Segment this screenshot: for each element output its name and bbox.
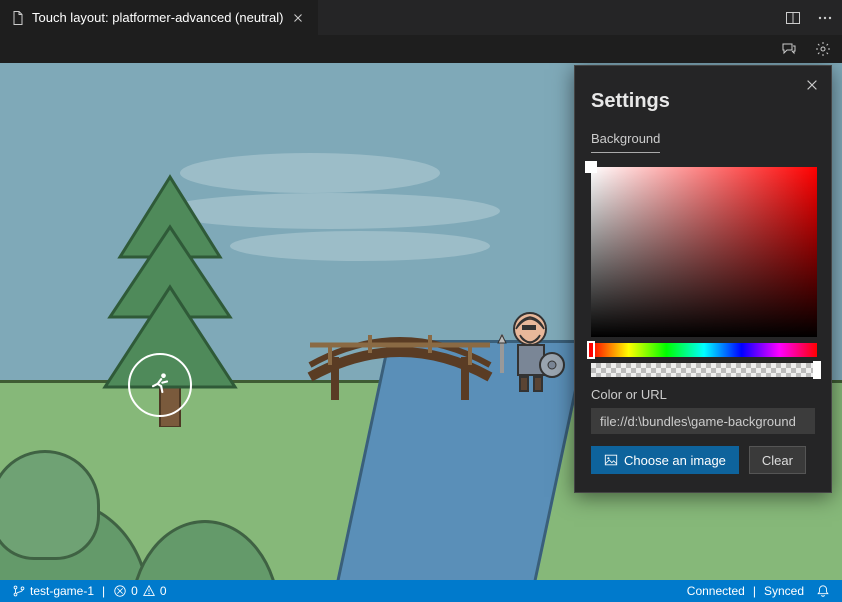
- close-icon[interactable]: [801, 74, 823, 96]
- warning-icon: [142, 584, 156, 598]
- connected-status[interactable]: Connected: [681, 580, 751, 602]
- warrior-character: [490, 301, 570, 396]
- sv-cursor[interactable]: [585, 161, 597, 173]
- editor-canvas: Settings Background Color or URL Choose …: [0, 63, 842, 580]
- bridge: [300, 305, 500, 405]
- tab-bar: Touch layout: platformer-advanced (neutr…: [0, 0, 842, 35]
- hue-slider[interactable]: [591, 343, 817, 357]
- settings-title: Settings: [591, 90, 815, 113]
- branch-icon: [12, 584, 26, 598]
- editor-toolbar: [0, 35, 842, 63]
- alpha-cursor[interactable]: [813, 361, 821, 379]
- clear-label: Clear: [762, 453, 793, 468]
- joystick-overlay[interactable]: [128, 353, 192, 417]
- error-icon: [113, 584, 127, 598]
- choose-image-label: Choose an image: [624, 453, 726, 468]
- problems-status[interactable]: 0 0: [107, 580, 172, 602]
- warning-count: 0: [160, 584, 167, 598]
- more-icon[interactable]: [814, 7, 836, 29]
- tab-title: Touch layout: platformer-advanced (neutr…: [32, 10, 283, 25]
- image-icon: [604, 453, 618, 467]
- choose-image-button[interactable]: Choose an image: [591, 446, 739, 474]
- error-count: 0: [131, 584, 138, 598]
- hue-cursor[interactable]: [587, 341, 595, 359]
- branch-name: test-game-1: [30, 584, 94, 598]
- color-sv-box[interactable]: [591, 167, 817, 337]
- url-input[interactable]: [591, 408, 815, 434]
- feedback-icon[interactable]: [778, 38, 800, 60]
- notifications-button[interactable]: [810, 580, 836, 602]
- source-control-branch[interactable]: test-game-1: [6, 580, 100, 602]
- status-bar: test-game-1 | 0 0 Connected | Synced: [0, 580, 842, 602]
- settings-panel: Settings Background Color or URL Choose …: [574, 65, 832, 493]
- file-icon: [10, 10, 26, 26]
- synced-status[interactable]: Synced: [758, 580, 810, 602]
- split-editor-icon[interactable]: [782, 7, 804, 29]
- gear-icon[interactable]: [812, 38, 834, 60]
- clear-button[interactable]: Clear: [749, 446, 806, 474]
- alpha-slider[interactable]: [591, 363, 817, 377]
- run-icon: [146, 371, 174, 399]
- close-icon[interactable]: [289, 9, 307, 27]
- bell-icon: [816, 584, 830, 598]
- tab-touch-layout[interactable]: Touch layout: platformer-advanced (neutr…: [0, 0, 318, 35]
- tab-background[interactable]: Background: [591, 131, 660, 153]
- url-label: Color or URL: [591, 387, 815, 402]
